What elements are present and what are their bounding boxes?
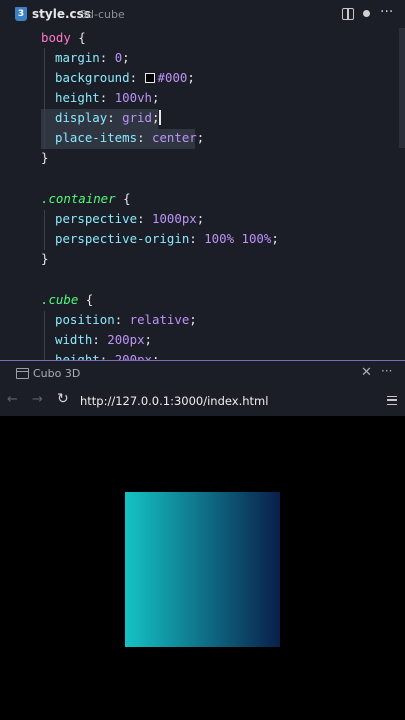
code-line: perspective-origin: 100% 100%; [55, 231, 279, 246]
url-field[interactable]: http://127.0.0.1:3000/index.html [80, 394, 268, 408]
menu-icon[interactable] [387, 396, 397, 405]
more-actions-icon[interactable]: ··· [381, 364, 392, 378]
more-actions-icon[interactable]: ··· [380, 4, 393, 20]
code-line: } [41, 150, 49, 165]
code-line: height: 200px; [55, 352, 160, 360]
code-line: display: grid; [55, 110, 161, 125]
cube-face [125, 492, 280, 647]
indent-guide [44, 210, 45, 250]
close-icon[interactable]: ✕ [361, 365, 372, 380]
code-line: } [41, 251, 49, 266]
code-line: .cube { [41, 292, 94, 307]
browser-tab-icon [16, 368, 29, 379]
preview-tab-title[interactable]: Cubo 3D [33, 367, 80, 380]
code-line: perspective: 1000px; [55, 211, 205, 226]
unsaved-dot-icon[interactable] [363, 10, 370, 17]
indent-guide [44, 311, 45, 360]
code-line: .container { [41, 191, 131, 206]
code-line: background: #000; [55, 70, 195, 85]
code-line: height: 100vh; [55, 90, 160, 105]
indent-guide [44, 48, 45, 149]
split-editor-icon[interactable] [342, 8, 354, 20]
reload-icon[interactable]: ↻ [57, 391, 69, 407]
css-file-icon: 3 [15, 7, 27, 21]
editor-scrollbar[interactable] [399, 28, 405, 148]
code-editor[interactable]: body { margin: 0; background: #000; heig… [0, 28, 405, 360]
forward-arrow-icon[interactable]: → [32, 392, 43, 407]
text-cursor [159, 110, 161, 125]
back-arrow-icon[interactable]: ← [7, 392, 18, 407]
code-line: margin: 0; [55, 50, 130, 65]
editor-tab-folder: 3d-cube [80, 8, 125, 21]
color-swatch[interactable] [144, 73, 155, 83]
code-line: position: relative; [55, 312, 197, 327]
code-line: place-items: center; [55, 130, 205, 145]
code-line: width: 200px; [55, 332, 153, 347]
code-line: body { [41, 30, 86, 45]
